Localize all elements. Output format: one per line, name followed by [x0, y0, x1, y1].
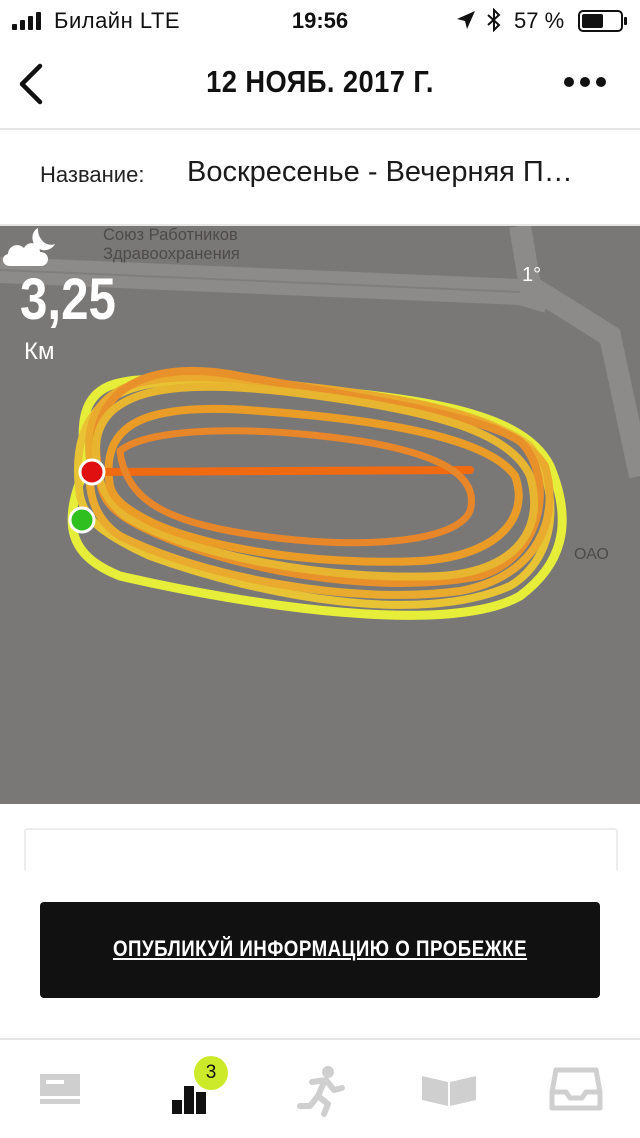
map-street-label: Союз Работников Здравоохранения — [103, 226, 240, 263]
route-path — [67, 366, 567, 620]
inbox-tray-icon — [549, 1067, 603, 1111]
feed-icon — [40, 1074, 80, 1104]
status-bar: Билайн LTE 19:56 57 % — [0, 0, 640, 42]
route-segment — [88, 466, 474, 476]
tab-bar: 3 — [0, 1038, 640, 1138]
page-title: 12 НОЯБ. 2017 Г. — [206, 64, 434, 99]
publish-run-button[interactable]: ОПУБЛИКУЙ ИНФОРМАЦИЮ О ПРОБЕЖКЕ — [40, 902, 600, 998]
start-marker[interactable] — [68, 506, 96, 534]
open-book-icon — [422, 1076, 476, 1106]
run-name-label: Название: — [40, 162, 145, 187]
tab-coach[interactable] — [384, 1040, 512, 1138]
navigation-bar: 12 НОЯБ. 2017 Г. — [0, 42, 640, 130]
tab-inbox[interactable] — [512, 1040, 640, 1138]
tab-activity[interactable] — [128, 1040, 256, 1138]
tab-feed[interactable] — [0, 1040, 128, 1138]
run-stats-card — [24, 828, 618, 870]
cloud-moon-icon — [2, 228, 55, 266]
distance-unit: Км — [24, 338, 55, 365]
publish-run-label: ОПУБЛИКУЙ ИНФОРМАЦИЮ О ПРОБЕЖКЕ — [112, 936, 528, 961]
runner-icon — [297, 1066, 345, 1117]
run-name-row[interactable]: Название: Воскресенье - Вечерняя П… — [0, 130, 640, 226]
map-place-label: ОАО — [574, 546, 609, 563]
route-loop — [116, 427, 475, 547]
route-map[interactable]: Союз Работников Здравоохранения ОАО 3,25… — [0, 226, 640, 804]
more-options-icon[interactable] — [560, 62, 610, 102]
activity-badge: 3 — [194, 1056, 228, 1090]
temperature-label: 1° — [522, 264, 542, 286]
run-name-value[interactable]: Воскресенье - Вечерняя П… — [187, 156, 617, 189]
tab-run[interactable] — [256, 1040, 384, 1138]
distance-value: 3,25 — [20, 267, 116, 332]
battery-icon — [578, 10, 627, 32]
end-marker[interactable] — [78, 458, 106, 486]
bluetooth-icon — [487, 8, 501, 32]
battery-percent: 57 % — [514, 8, 565, 33]
location-arrow-icon — [457, 11, 475, 29]
